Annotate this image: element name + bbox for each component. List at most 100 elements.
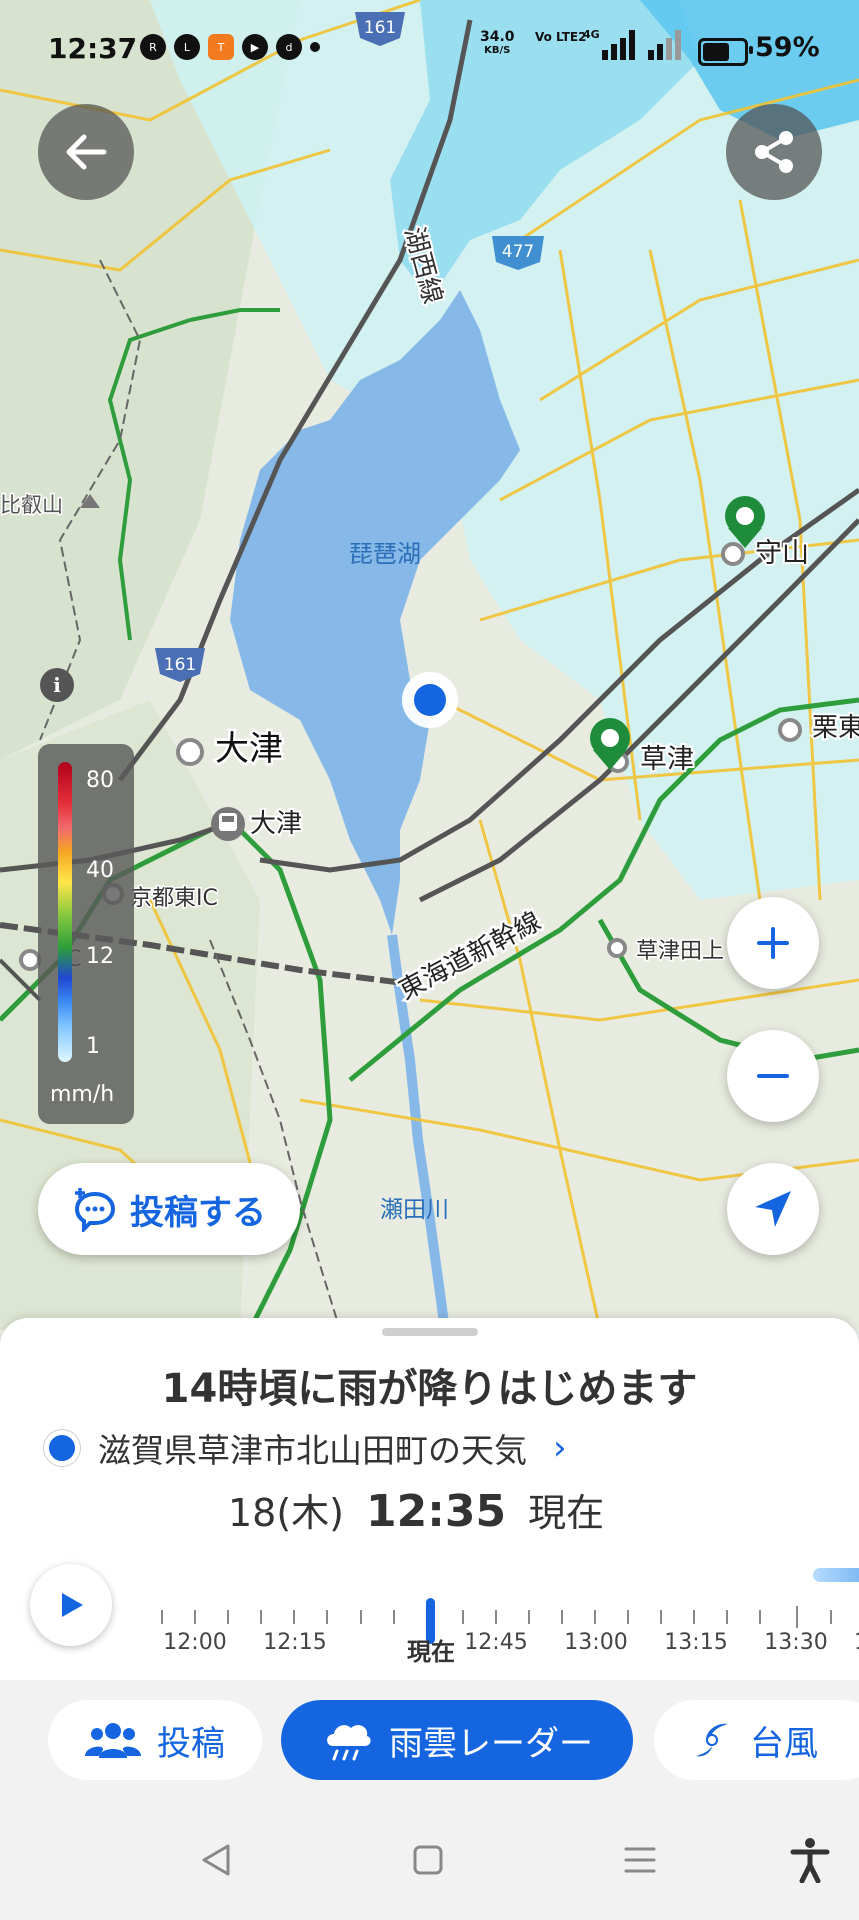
- share-icon: [755, 131, 793, 173]
- post-button[interactable]: 投稿する: [38, 1163, 300, 1255]
- timeline-tick: [759, 1610, 761, 1624]
- accessibility-button[interactable]: [790, 1838, 830, 1883]
- timeline-tick: [360, 1610, 362, 1624]
- sheet-drag-handle[interactable]: [382, 1328, 478, 1336]
- timeline-tick: [796, 1606, 798, 1628]
- feature-tabs: 投稿 雨雲レーダー 台風: [0, 1680, 859, 1800]
- otsu-city-label: 大津: [215, 729, 283, 769]
- location-name: 滋賀県草津市北山田町の天気: [98, 1431, 527, 1470]
- location-link[interactable]: 滋賀県草津市北山田町の天気 ›: [44, 1424, 567, 1472]
- post-button-label: 投稿する: [130, 1192, 266, 1233]
- timeline-label-1330: 13:30: [764, 1630, 828, 1655]
- forecast-range-indicator: [813, 1568, 859, 1582]
- nav-home-icon: [413, 1845, 443, 1875]
- timeline-tick: [393, 1610, 395, 1624]
- back-button[interactable]: [38, 104, 134, 200]
- minus-icon: [757, 1074, 789, 1078]
- lake-biwa-label: 琵琶湖: [349, 540, 421, 568]
- tab-post[interactable]: 投稿: [48, 1700, 262, 1780]
- kyoto-higashi-ic-label: 京都東IC: [130, 886, 218, 911]
- timeline-tick: [227, 1610, 229, 1624]
- timeline-tick: [495, 1610, 497, 1624]
- nav-menu-icon: [624, 1847, 656, 1873]
- forecast-now-label: 現在: [528, 1491, 605, 1535]
- info-icon[interactable]: i: [40, 668, 74, 702]
- forecast-sheet[interactable]: 14時頃に雨が降りはじめます 滋賀県草津市北山田町の天気 › 18(木) 12:…: [0, 1318, 859, 1680]
- ritto-label: 栗東: [812, 713, 859, 743]
- play-app-icon: ▶: [242, 34, 268, 60]
- timeline-label-1245: 12:45: [464, 1630, 528, 1655]
- timeline-label-1215: 12:15: [263, 1630, 327, 1655]
- net-speed-unit: KB/S: [484, 45, 511, 56]
- back-arrow-icon: [66, 134, 107, 170]
- volte-indicator: Vo LTE2: [535, 30, 587, 44]
- otsu-city-dot: [176, 738, 204, 766]
- timeline-tick: [326, 1610, 328, 1624]
- signal-1-icon: [602, 30, 635, 60]
- legend-tick-1: 1: [86, 1034, 100, 1059]
- kusatsu-tanakami-dot: [607, 938, 627, 958]
- timeline-tick: [627, 1610, 629, 1624]
- moriyama-label: 守山: [755, 538, 809, 569]
- forecast-headline: 14時頃に雨が降りはじめます: [161, 1366, 698, 1412]
- tab-rain-radar[interactable]: 雨雲レーダー: [281, 1700, 633, 1780]
- mount-hiei-label: 比叡山: [0, 493, 63, 517]
- rain-legend: 80 40 12 1 mm/h: [38, 744, 134, 1124]
- legend-tick-80: 80: [86, 768, 114, 793]
- timeline-tick: [528, 1610, 530, 1624]
- road-477-label: 477: [502, 242, 534, 262]
- notification-icons: R L T ▶ d: [140, 34, 320, 60]
- current-location-marker: [402, 672, 458, 728]
- legend-color-bar: [58, 762, 72, 1062]
- play-icon: [62, 1593, 83, 1617]
- line-app-icon: L: [174, 34, 200, 60]
- d-app-icon: d: [276, 34, 302, 60]
- zoom-out-button[interactable]: [727, 1030, 819, 1122]
- chevron-right-icon: ›: [553, 1428, 567, 1468]
- more-notifications-dot-icon: [310, 42, 320, 52]
- forecast-datetime: 18(木) 12:35 現在: [228, 1482, 604, 1537]
- timeline-tick: [194, 1610, 196, 1624]
- battery-icon: [698, 38, 753, 66]
- forecast-date: 18(木): [228, 1491, 345, 1535]
- legend-tick-12: 12: [86, 944, 114, 969]
- play-button[interactable]: [30, 1564, 112, 1646]
- current-location-button[interactable]: [727, 1163, 819, 1255]
- otsu-station-icon: [211, 807, 245, 841]
- timeline-label-now: 現在: [407, 1638, 455, 1666]
- post-comment-icon: [74, 1188, 116, 1232]
- network-type: 4G: [583, 28, 600, 41]
- status-time: 12:37: [48, 32, 138, 65]
- timeline-tick: [161, 1610, 163, 1624]
- tab-rain-radar-label: 雨雲レーダー: [389, 1723, 593, 1764]
- timeline-label-partial: 15: [854, 1630, 859, 1655]
- time-slider[interactable]: 12:00 12:15 現在 12:45 13:00 13:15 13:30 1…: [140, 1568, 859, 1668]
- share-button[interactable]: [726, 104, 822, 200]
- net-speed-value: 34.0: [480, 29, 515, 45]
- moriyama-station-dot: [721, 542, 745, 566]
- timeline-label-1300: 13:00: [564, 1630, 628, 1655]
- map-view[interactable]: 161 477 161 湖西線 比叡山 琵琶湖 守山 草津 大津 大津 京都東I…: [0, 0, 859, 1330]
- timeline-tick: [561, 1610, 563, 1624]
- users-icon: [85, 1723, 141, 1758]
- nav-recents-button[interactable]: [620, 1840, 660, 1880]
- road-161-label: 161: [164, 655, 196, 675]
- ritto-station-dot: [778, 718, 802, 742]
- signal-2-icon: [648, 30, 681, 60]
- timeline-tick: [260, 1610, 262, 1624]
- status-bar: 12:37 R L T ▶ d 34.0 KB/S Vo LTE2 4G 59%: [0, 0, 859, 100]
- nav-back-icon: [202, 1844, 230, 1876]
- zoom-in-button[interactable]: [727, 897, 819, 989]
- timeline-label-1200: 12:00: [163, 1630, 227, 1655]
- tab-typhoon[interactable]: 台風: [654, 1700, 859, 1780]
- system-navigation-bar: [0, 1800, 859, 1920]
- navigation-arrow-icon: [755, 1191, 791, 1227]
- nav-back-button[interactable]: [196, 1840, 236, 1880]
- tab-post-label: 投稿: [157, 1723, 225, 1764]
- seta-river-label: 瀬田川: [380, 1197, 449, 1223]
- network-speed: 34.0 KB/S: [480, 30, 515, 58]
- nav-home-button[interactable]: [408, 1840, 448, 1880]
- timeline-tick: [594, 1610, 596, 1624]
- location-dot-icon: [44, 1430, 80, 1466]
- timeline-tick: [830, 1610, 832, 1624]
